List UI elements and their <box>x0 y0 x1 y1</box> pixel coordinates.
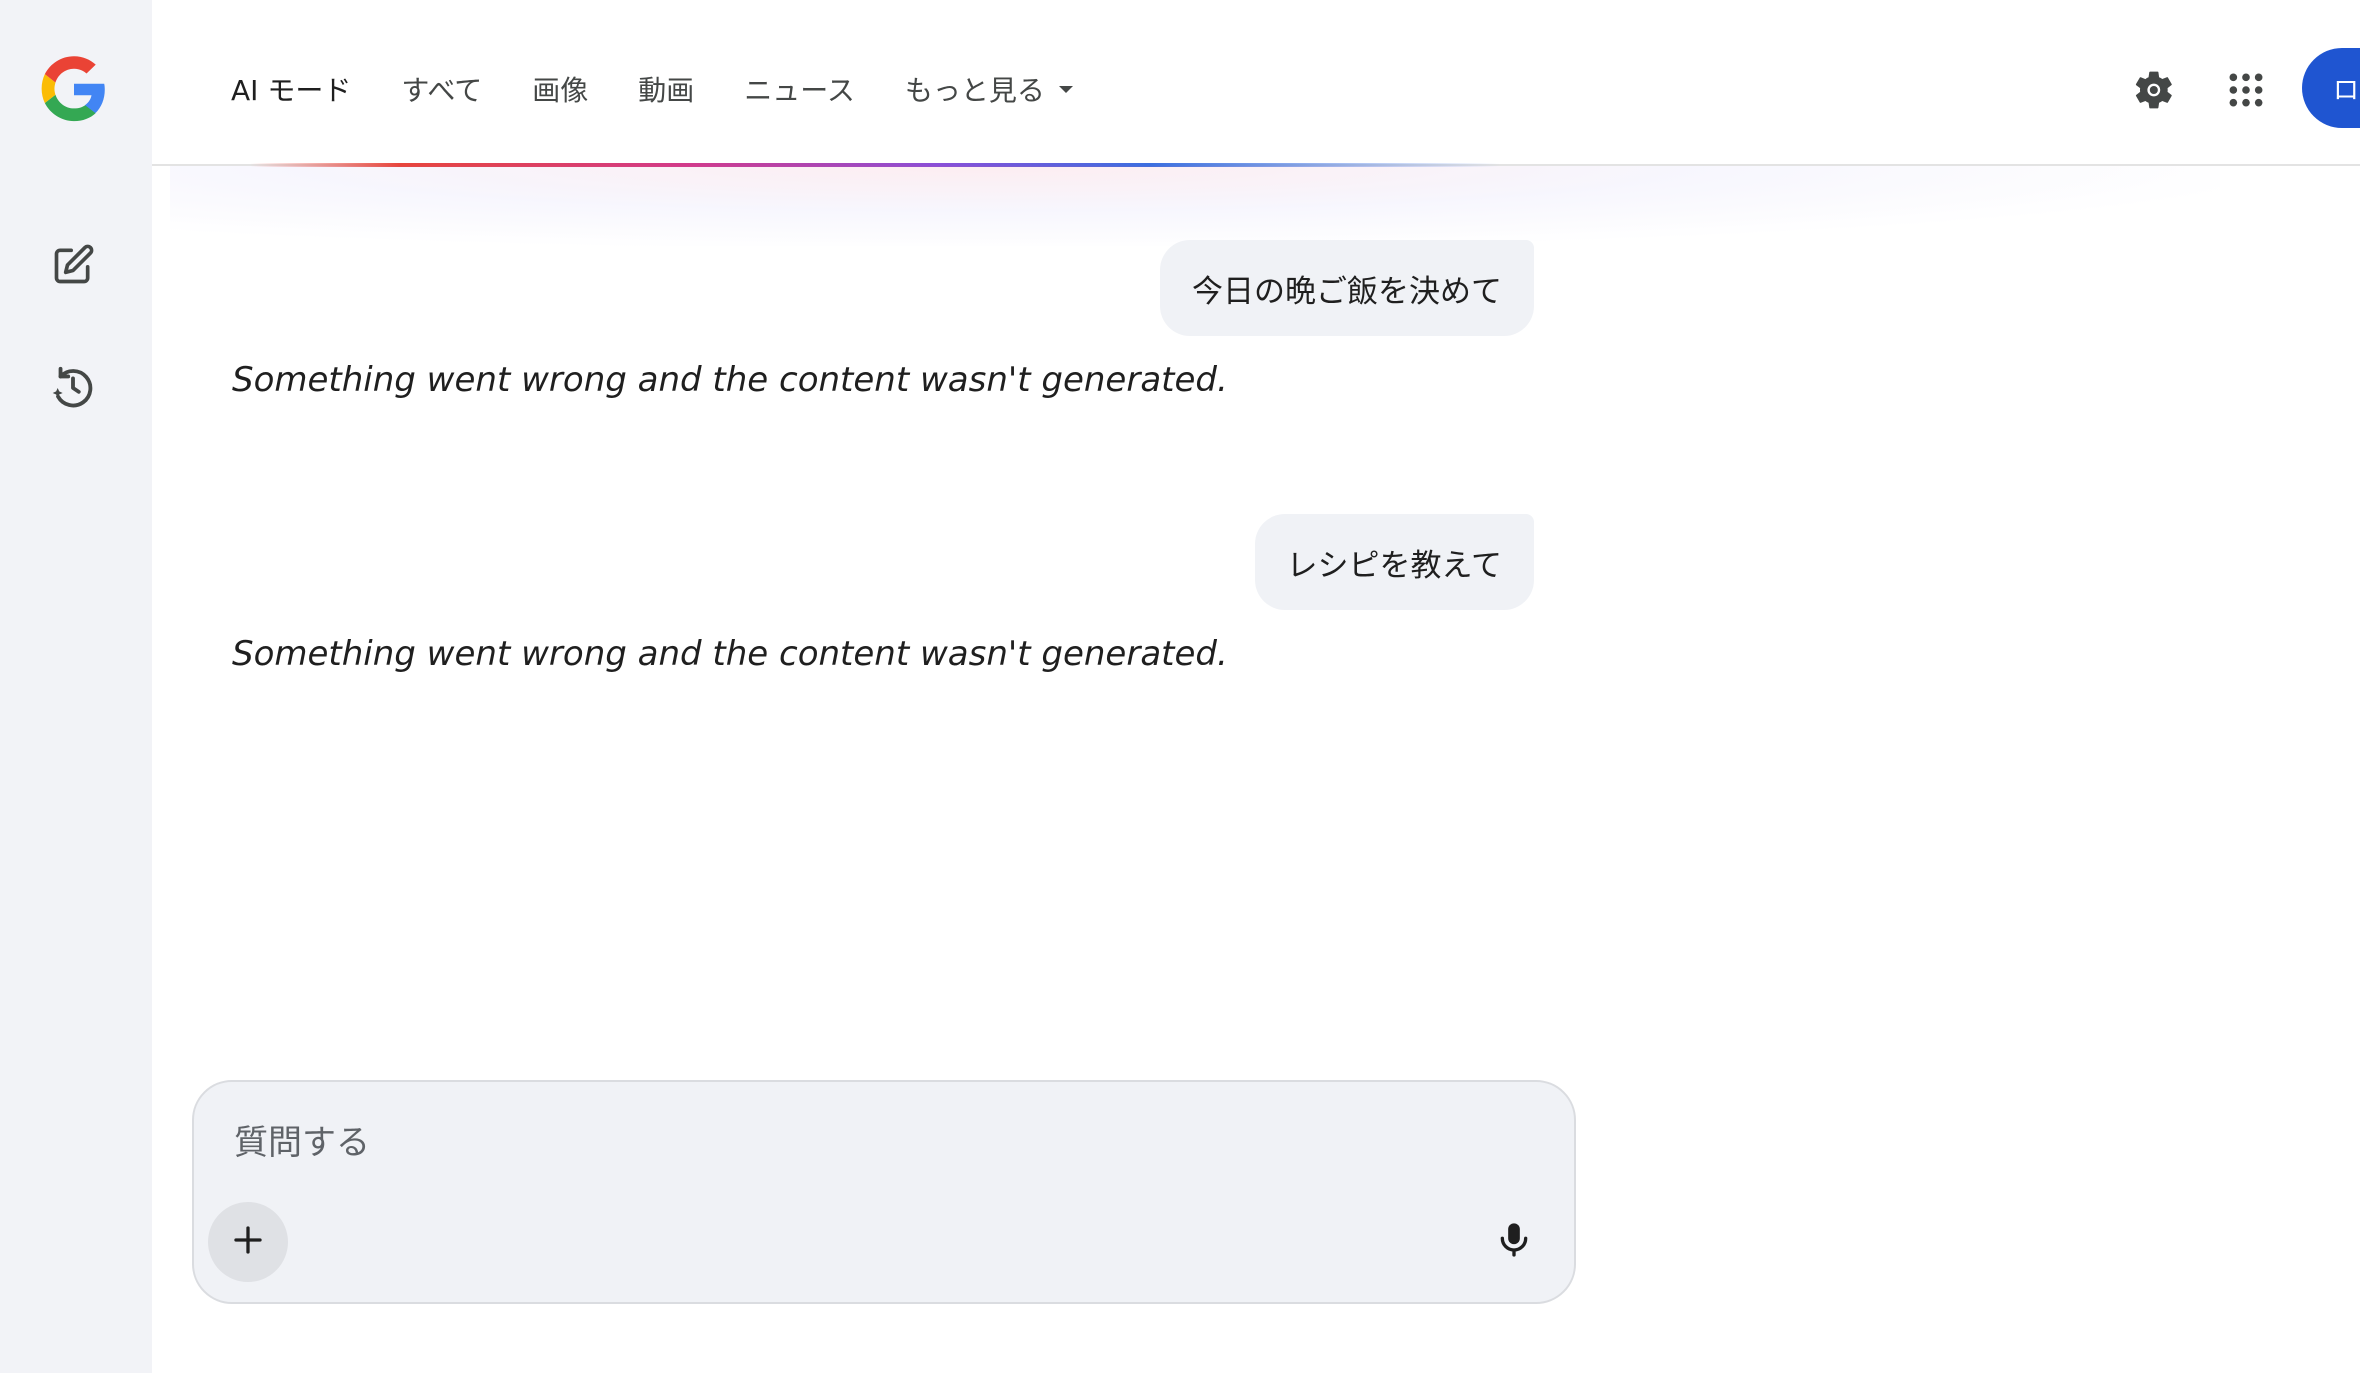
new-chat-button[interactable] <box>44 238 102 296</box>
top-bar: AI モード すべて 画像 動画 ニュース もっと見る ログイン <box>152 0 2360 166</box>
ask-composer <box>192 1080 1576 1304</box>
login-button[interactable]: ログイン <box>2302 48 2360 128</box>
user-message-text: レシピを教えて <box>1286 547 1502 584</box>
user-message-bubble: レシピを教えて <box>1254 514 1534 610</box>
tab-images[interactable]: 画像 <box>532 69 588 109</box>
tab-label: 画像 <box>532 74 589 107</box>
add-attachment-button[interactable] <box>208 1202 288 1282</box>
google-logo-icon[interactable] <box>39 54 109 124</box>
ai-gradient-divider <box>250 163 1500 167</box>
grid-apps-icon <box>2227 71 2265 113</box>
ask-input[interactable] <box>232 1118 1432 1168</box>
user-message-text: 今日の晩ご飯を決めて <box>1192 273 1502 310</box>
search-tabs: AI モード すべて 画像 動画 ニュース もっと見る <box>231 62 1123 116</box>
user-message-bubble: 今日の晩ご飯を決めて <box>1160 240 1534 336</box>
tab-label: もっと見る <box>904 74 1045 107</box>
tab-videos[interactable]: 動画 <box>638 69 694 109</box>
tab-label: 動画 <box>638 74 695 107</box>
tab-more[interactable]: もっと見る <box>905 69 1073 109</box>
tab-ai-mode[interactable]: AI モード <box>231 69 351 109</box>
history-icon <box>50 364 96 414</box>
edit-square-icon <box>51 243 95 291</box>
ai-response-error: Something went wrong and the content was… <box>232 634 1228 674</box>
tab-all[interactable]: すべて <box>401 69 482 109</box>
voice-input-button[interactable] <box>1474 1202 1554 1282</box>
history-button[interactable] <box>44 360 102 418</box>
ai-response-error: Something went wrong and the content was… <box>232 360 1228 400</box>
microphone-icon <box>1494 1220 1534 1264</box>
gear-icon <box>2132 68 2176 116</box>
settings-button[interactable] <box>2124 62 2184 122</box>
tab-label: ニュース <box>744 74 855 107</box>
caret-down-icon <box>1058 85 1073 93</box>
tab-label: AI モード <box>231 74 352 107</box>
google-apps-button[interactable] <box>2216 62 2276 122</box>
ai-glow-decoration <box>170 166 2220 246</box>
sidebar <box>0 0 152 1373</box>
tab-news[interactable]: ニュース <box>744 69 855 109</box>
tab-label: すべて <box>401 74 483 107</box>
plus-icon <box>230 1222 266 1262</box>
